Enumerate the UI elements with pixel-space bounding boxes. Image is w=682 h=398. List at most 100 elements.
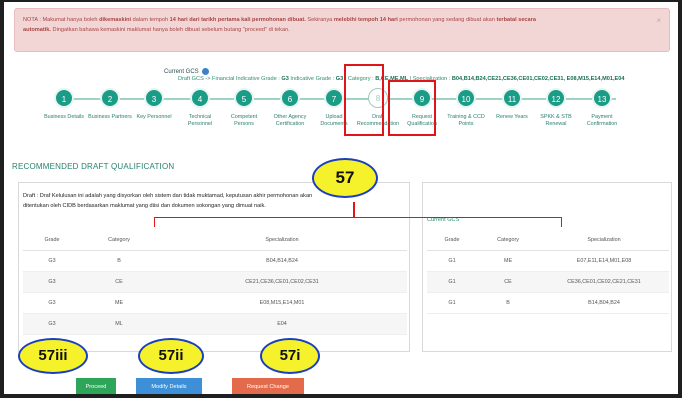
specialization-cell: E08,M15,E14,M01 — [157, 292, 407, 314]
step-number: 7 — [324, 88, 344, 108]
step-number: 13 — [592, 88, 612, 108]
step-number: 12 — [546, 88, 566, 108]
alert-text: NOTA : Makumat hanya boleh — [23, 17, 100, 23]
specialization-cell: CE21,CE36,CE01,CE02,CE31 — [157, 271, 407, 293]
draft-qualification-panel: Draft : Draf Kelulusan ini adalah yang d… — [18, 182, 410, 352]
info-text: Draft GCS -> Financial Indicative Grade … — [178, 76, 282, 82]
column-header: Category — [477, 230, 539, 251]
info-text: Indicative Grade : — [288, 76, 336, 82]
table-row: G3 B B04,B14,B24 — [23, 250, 407, 272]
annotation-label-57: 57 — [312, 158, 378, 198]
table-row: G1 ME E07,E11,E14,M01,E08 — [427, 250, 669, 272]
alert-text: Sekiranya — [305, 17, 334, 23]
step-5[interactable]: 5 Competent Persons — [222, 88, 266, 128]
step-label: Key Personnel — [136, 114, 172, 120]
step-1[interactable]: 1 Business Details — [42, 88, 86, 121]
step-13[interactable]: 13 Payment Confirmation — [580, 88, 624, 128]
column-header: Specialization — [157, 230, 407, 251]
alert-text-bold: dikemaskini — [99, 17, 132, 23]
step-4[interactable]: 4 Technical Personnel — [178, 88, 222, 128]
alert-text: Dingatkan bahawa kemaskini maklumat hany… — [50, 27, 290, 33]
annotation-bracket — [154, 217, 562, 227]
annotation-label-57ii: 57ii — [138, 338, 204, 374]
alert-line-1: NOTA : Makumat hanya boleh dikemaskini d… — [23, 15, 647, 25]
page: NOTA : Makumat hanya boleh dikemaskini d… — [4, 2, 678, 394]
current-gcs-label: Current GCS — [164, 68, 209, 75]
modify-details-button[interactable]: Modify Details — [136, 378, 202, 394]
step-12[interactable]: 12 SPKK & STB Renewal — [534, 88, 578, 128]
grade-cell: G1 — [427, 250, 477, 272]
table-header-row: Grade Category Specialization — [23, 230, 407, 251]
step-label: Other Agency Certification — [273, 114, 307, 127]
step-number: 2 — [100, 88, 120, 108]
table-row: G1 CE CE36,CE01,CE02,CE21,CE31 — [427, 271, 669, 293]
category-cell: ME — [81, 292, 157, 314]
step-2[interactable]: 2 Business Partners — [88, 88, 132, 121]
annotation-label-57iii: 57iii — [18, 338, 88, 374]
table-row: G3 CE CE21,CE36,CE01,CE02,CE31 — [23, 271, 407, 293]
step-label: Renew Years — [496, 114, 528, 120]
grade-cell: G3 — [23, 250, 81, 272]
category-cell: ML — [81, 313, 157, 335]
grade-cell: G3 — [23, 292, 81, 314]
specialization-value: B04,B14,B24,CE21,CE36,CE01,CE02,CE31, E0… — [451, 76, 625, 82]
section-title: RECOMMENDED DRAFT QUALIFICATION — [12, 162, 175, 171]
category-cell: B — [81, 250, 157, 272]
grade-value: G3 — [281, 76, 289, 82]
step-number: 1 — [54, 88, 74, 108]
step-11[interactable]: 11 Renew Years — [490, 88, 534, 121]
close-icon[interactable]: × — [656, 16, 661, 26]
step-label: Competent Persons — [230, 114, 258, 127]
highlight-box-step-8 — [344, 64, 384, 136]
alert-text-bold: 14 hari dari tarikh pertama kali permoho… — [169, 17, 306, 23]
info-icon[interactable] — [201, 68, 209, 75]
step-number: 6 — [280, 88, 300, 108]
step-label: Payment Confirmation — [586, 114, 618, 127]
annotation-label-57i: 57i — [260, 338, 320, 374]
step-number: 4 — [190, 88, 210, 108]
grade-cell: G3 — [23, 271, 81, 293]
step-label: Business Details — [44, 114, 84, 120]
step-number: 11 — [502, 88, 522, 108]
grade-cell: G1 — [427, 271, 477, 293]
table-row: G3 ME E08,M15,E14,M01 — [23, 292, 407, 314]
warning-alert: NOTA : Makumat hanya boleh dikemaskini d… — [14, 8, 670, 52]
step-6[interactable]: 6 Other Agency Certification — [268, 88, 312, 128]
step-number: 10 — [456, 88, 476, 108]
column-header: Specialization — [539, 230, 669, 251]
step-label: Training & CCD Points — [447, 114, 485, 127]
alert-text: permohonan yang sedang dibuat akan — [397, 17, 497, 23]
step-label: SPKK & STB Renewal — [540, 114, 572, 127]
step-label: Business Partners — [88, 114, 132, 120]
specialization-cell: E07,E11,E14,M01,E08 — [539, 250, 669, 272]
grade-cell: G1 — [427, 292, 477, 314]
table-row: G1 B B14,B04,B24 — [427, 292, 669, 314]
current-gcs-panel: Current GCS Grade Category Specializatio… — [422, 182, 672, 352]
step-number: 3 — [144, 88, 164, 108]
step-number: 5 — [234, 88, 254, 108]
category-cell: ME — [477, 250, 539, 272]
category-cell: B — [477, 292, 539, 314]
alert-line-2: automatik. Dingatkan bahawa kemaskini ma… — [23, 25, 647, 35]
current-gcs-text: Current GCS — [164, 68, 199, 75]
step-10[interactable]: 10 Training & CCD Points — [444, 88, 488, 128]
alert-text-bold: terbatal secara — [496, 17, 536, 23]
table-row: G3 ML E04 — [23, 313, 407, 335]
step-label: Technical Personnel — [187, 114, 213, 127]
category-cell: CE — [81, 271, 157, 293]
proceed-button[interactable]: Proceed — [76, 378, 116, 394]
step-3[interactable]: 3 Key Personnel — [132, 88, 176, 121]
grade-cell: G3 — [23, 313, 81, 335]
highlight-box-step-9 — [388, 80, 436, 136]
column-header: Grade — [23, 230, 81, 251]
draft-qualification-table: Grade Category Specialization G3 B B04,B… — [23, 230, 407, 335]
current-gcs-table: Grade Category Specialization G1 ME E07,… — [427, 230, 669, 314]
draft-note: Draft : Draf Kelulusan ini adalah yang d… — [23, 193, 313, 209]
request-change-button[interactable]: Request Change — [232, 378, 304, 394]
specialization-cell: B04,B14,B24 — [157, 250, 407, 272]
annotation-connector — [353, 202, 355, 217]
table-header-row: Grade Category Specialization — [427, 230, 669, 251]
category-cell: CE — [477, 271, 539, 293]
column-header: Grade — [427, 230, 477, 251]
alert-text-bold: melebihi tempoh 14 hari — [333, 17, 398, 23]
